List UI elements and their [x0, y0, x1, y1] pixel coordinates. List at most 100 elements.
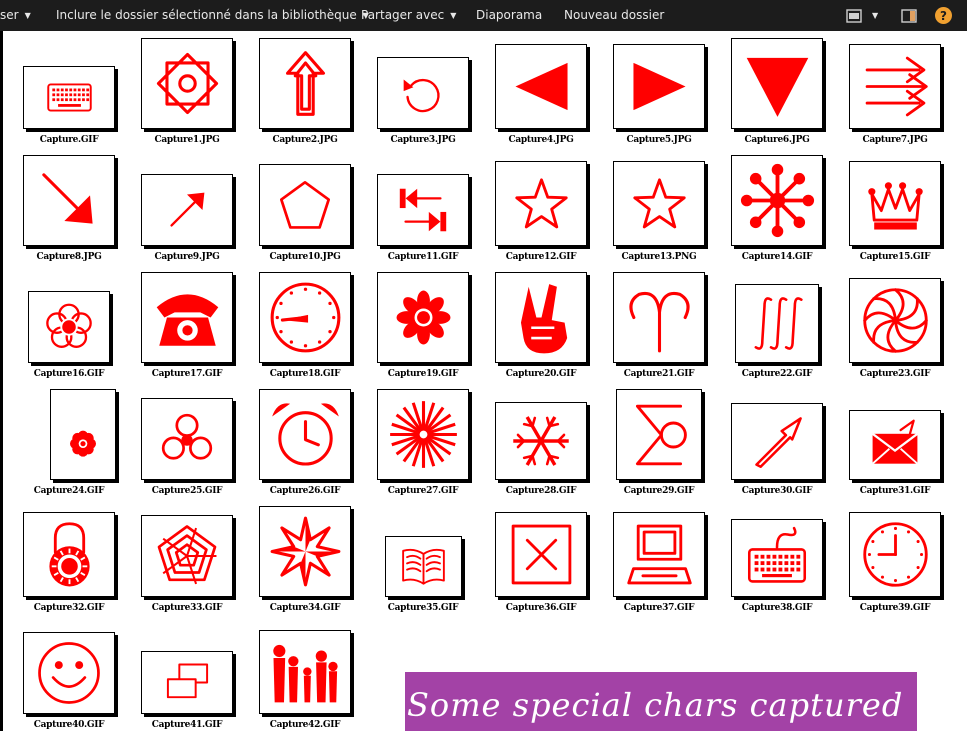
- florette-icon: [396, 290, 450, 345]
- file-name-label: Capture7.JPG: [862, 135, 928, 145]
- preview-pane-button[interactable]: [901, 0, 917, 31]
- file-thumbnail[interactable]: [613, 272, 705, 363]
- file-thumbnail[interactable]: [731, 38, 823, 129]
- slideshow-button[interactable]: Diaporama: [476, 0, 542, 31]
- file-thumbnail[interactable]: [259, 506, 351, 597]
- file-thumbnail[interactable]: [23, 66, 115, 129]
- file-thumbnail[interactable]: [613, 161, 705, 246]
- snowflake-icon: [513, 416, 569, 466]
- file-thumbnail[interactable]: [495, 161, 587, 246]
- include-in-library-menu[interactable]: Inclure le dossier sélectionné dans la b…: [56, 0, 369, 31]
- telephone-icon: [156, 294, 218, 346]
- organize-label: ser: [0, 8, 19, 22]
- file-thumbnail[interactable]: [377, 57, 469, 129]
- file-thumbnail[interactable]: [731, 403, 823, 480]
- file-name-label: Capture26.GIF: [269, 486, 341, 496]
- file-thumbnail[interactable]: [23, 632, 115, 714]
- file-name-label: Capture23.GIF: [859, 369, 931, 379]
- swap-arrows-icon: [399, 188, 447, 232]
- file-name-label: Capture9.JPG: [154, 252, 220, 262]
- include-label: Inclure le dossier sélectionné dans la b…: [56, 8, 357, 22]
- file-thumbnail[interactable]: [141, 272, 233, 363]
- file-name-label: Capture11.GIF: [387, 252, 459, 262]
- padlock-icon: [48, 522, 90, 587]
- file-name-label: Capture6.JPG: [744, 135, 810, 145]
- eight-point-star-icon: [270, 516, 340, 587]
- asterisk-dots-icon: [740, 163, 814, 238]
- keyboard-icon: [46, 83, 92, 112]
- share-with-menu[interactable]: Partager avec ▼: [361, 0, 456, 31]
- star-of-squares-icon: [156, 52, 218, 115]
- alarm-clock-icon: [271, 403, 339, 466]
- triple-arrow-right-icon: [865, 56, 928, 117]
- file-name-label: Capture16.GIF: [33, 369, 105, 379]
- file-thumbnail[interactable]: [849, 512, 941, 597]
- file-thumbnail[interactable]: [849, 44, 941, 129]
- help-glyph: ?: [940, 8, 947, 23]
- file-thumbnail[interactable]: [731, 519, 823, 597]
- file-name-label: Capture37.GIF: [623, 603, 695, 613]
- preview-pane-icon: [901, 8, 917, 23]
- new-folder-label: Nouveau dossier: [564, 8, 665, 22]
- file-thumbnail[interactable]: [495, 402, 587, 480]
- file-thumbnail[interactable]: [495, 272, 587, 363]
- sigma-icon: [635, 404, 687, 465]
- file-name-label: Capture33.GIF: [151, 603, 223, 613]
- victory-hand-icon: [520, 284, 567, 354]
- file-thumbnail[interactable]: [377, 174, 469, 246]
- caption-banner: Some special chars captured: [405, 672, 917, 731]
- file-thumbnail[interactable]: [141, 651, 233, 714]
- file-thumbnail[interactable]: [384, 536, 462, 597]
- help-icon: ?: [935, 7, 952, 24]
- file-thumbnail[interactable]: [613, 512, 705, 597]
- file-thumbnail[interactable]: [23, 512, 115, 597]
- file-name-label: Capture21.GIF: [623, 369, 695, 379]
- file-thumbnail[interactable]: [495, 512, 587, 597]
- file-thumbnail[interactable]: [377, 389, 469, 480]
- file-thumbnail[interactable]: [141, 398, 233, 480]
- small-flower-icon: [70, 430, 96, 457]
- file-thumbnail[interactable]: [259, 164, 351, 246]
- file-thumbnail[interactable]: [23, 155, 115, 246]
- starburst-icon: [389, 401, 457, 468]
- file-thumbnail[interactable]: [613, 44, 705, 129]
- command-bar: ser ▼ Inclure le dossier sélectionné dans…: [0, 0, 967, 31]
- help-button[interactable]: ?: [935, 0, 952, 31]
- windows-icon: [166, 663, 208, 699]
- file-thumbnail[interactable]: [849, 410, 941, 480]
- file-name-label: Capture2.JPG: [272, 135, 338, 145]
- file-thumbnail[interactable]: [28, 291, 110, 363]
- file-thumbnail[interactable]: [616, 389, 702, 480]
- file-thumbnail[interactable]: [141, 38, 233, 129]
- file-thumbnail[interactable]: [259, 272, 351, 363]
- new-folder-button[interactable]: Nouveau dossier: [564, 0, 664, 31]
- file-thumbnail[interactable]: [849, 161, 941, 246]
- pentagon-icon: [279, 180, 331, 229]
- organize-menu[interactable]: ser ▼: [0, 0, 31, 31]
- file-thumbnail[interactable]: [141, 174, 233, 246]
- chevron-down-icon: ▼: [24, 11, 31, 20]
- file-thumbnail[interactable]: [50, 389, 116, 480]
- file-thumbnail[interactable]: [849, 278, 941, 363]
- file-thumbnail[interactable]: [141, 515, 233, 597]
- trefoil-icon: [161, 413, 213, 460]
- file-thumbnail[interactable]: [259, 630, 351, 714]
- view-options-button[interactable]: ▼: [846, 0, 878, 31]
- file-name-label: Capture13.PNG: [621, 252, 697, 262]
- file-thumbnail[interactable]: [259, 389, 351, 480]
- file-name-label: Capture39.GIF: [859, 603, 931, 613]
- file-thumbnail[interactable]: [495, 44, 587, 129]
- up-arrow-outline-icon: [285, 51, 325, 116]
- slideshow-label: Diaporama: [476, 8, 543, 22]
- file-thumbnail[interactable]: [377, 272, 469, 363]
- file-thumbnail[interactable]: [259, 38, 351, 129]
- file-name-label: Capture8.JPG: [36, 252, 102, 262]
- file-name-label: Capture1.JPG: [154, 135, 220, 145]
- file-thumbnail[interactable]: [735, 284, 819, 363]
- file-name-label: Capture25.GIF: [151, 486, 223, 496]
- arrow-down-right-icon: [41, 173, 93, 224]
- file-name-label: Capture20.GIF: [505, 369, 577, 379]
- smiley-icon: [38, 642, 100, 704]
- file-name-label: Capture34.GIF: [269, 603, 341, 613]
- file-thumbnail[interactable]: [731, 155, 823, 246]
